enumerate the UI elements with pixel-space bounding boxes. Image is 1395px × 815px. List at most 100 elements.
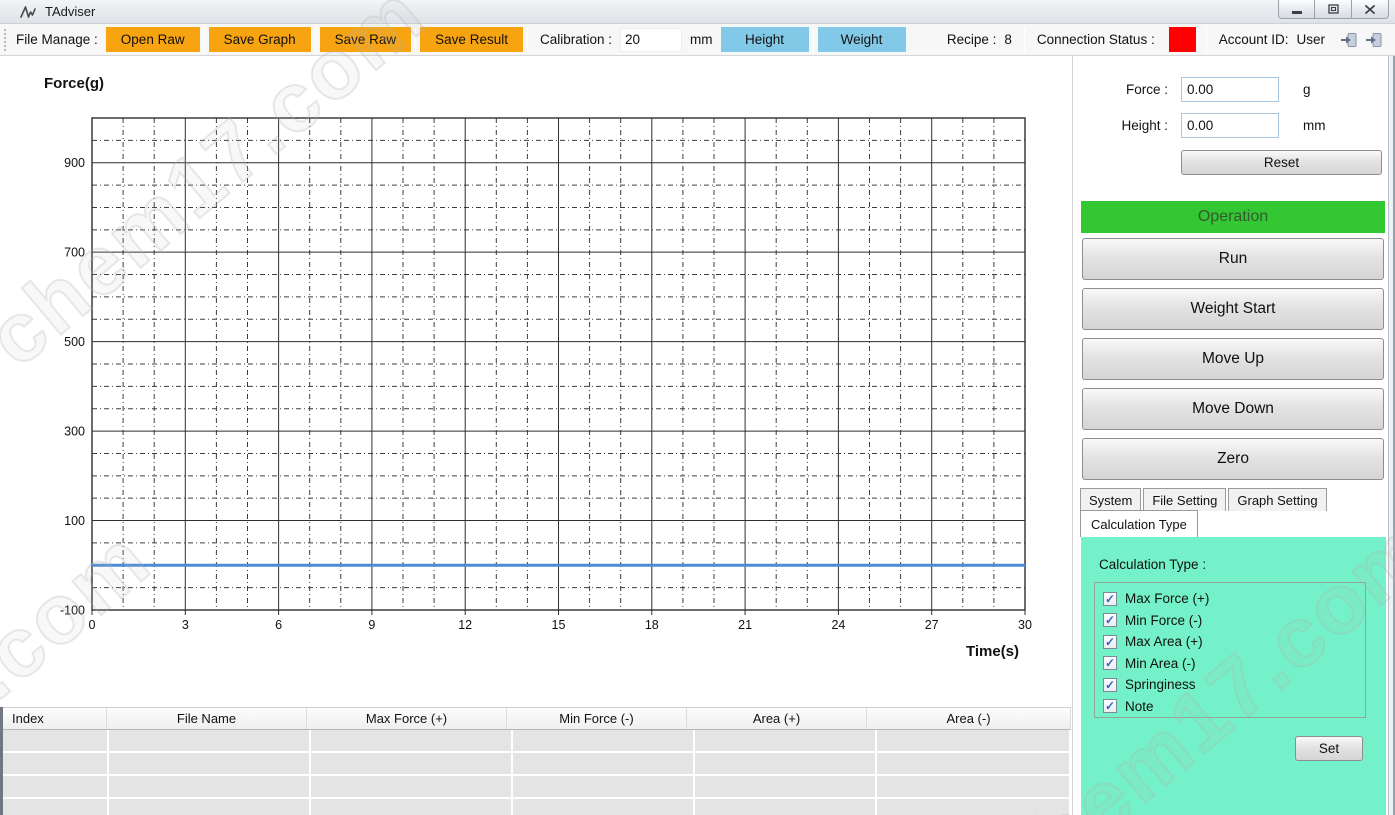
chart-plot-area: 036912151821242730-100100300500700900 — [0, 56, 1072, 707]
table-cell — [695, 730, 875, 751]
calc-option-min-force[interactable]: ✓ Min Force (-) — [1103, 610, 1365, 632]
zero-button[interactable]: Zero — [1082, 438, 1384, 480]
force-unit-label: g — [1303, 82, 1311, 97]
svg-text:15: 15 — [552, 618, 566, 632]
col-header-min-force[interactable]: Min Force (-) — [507, 708, 687, 729]
x-axis-title: Time(s) — [930, 643, 1055, 660]
separator — [204, 28, 205, 52]
col-header-file-name[interactable]: File Name — [107, 708, 307, 729]
table-cell — [513, 776, 693, 797]
save-graph-button[interactable]: Save Graph — [209, 27, 311, 52]
svg-text:24: 24 — [831, 618, 845, 632]
table-cell — [0, 799, 107, 815]
table-cell — [0, 753, 107, 774]
force-time-chart: Force(g) 036912151821242730-100100300500… — [0, 56, 1072, 707]
checkbox-checked-icon[interactable]: ✓ — [1103, 592, 1117, 606]
window-right-border — [1388, 56, 1395, 815]
svg-text:300: 300 — [64, 425, 85, 439]
table-cell — [109, 799, 309, 815]
calc-option-note[interactable]: ✓ Note — [1103, 696, 1365, 718]
results-table: Index File Name Max Force (+) Min Force … — [0, 707, 1071, 815]
calibration-label: Calibration : — [540, 32, 612, 47]
height-readout-input[interactable] — [1181, 113, 1279, 138]
control-panel: Force : g Height : mm Reset Operation Ru… — [1072, 56, 1389, 815]
table-cell — [311, 776, 511, 797]
table-cell — [695, 753, 875, 774]
calibration-input[interactable] — [620, 28, 682, 52]
col-header-area-plus[interactable]: Area (+) — [687, 708, 867, 729]
app-window: TAdviser File Manage : Open Raw Save Gra… — [0, 0, 1395, 815]
force-readout-input[interactable] — [1181, 77, 1279, 102]
calc-option-min-area[interactable]: ✓ Min Area (-) — [1103, 653, 1365, 675]
height-mode-button[interactable]: Height — [721, 27, 809, 52]
col-header-area-minus[interactable]: Area (-) — [867, 708, 1071, 729]
tab-graph-setting[interactable]: Graph Setting — [1228, 488, 1326, 511]
table-cell — [877, 730, 1069, 751]
move-up-button[interactable]: Move Up — [1082, 338, 1384, 380]
table-cell — [109, 776, 309, 797]
weight-start-button[interactable]: Weight Start — [1082, 288, 1384, 330]
open-raw-button[interactable]: Open Raw — [106, 27, 200, 52]
minimize-button[interactable] — [1278, 0, 1315, 19]
tab-file-setting[interactable]: File Setting — [1143, 488, 1226, 511]
checkbox-checked-icon[interactable]: ✓ — [1103, 635, 1117, 649]
table-cell — [695, 799, 875, 815]
calc-option-max-area[interactable]: ✓ Max Area (+) — [1103, 631, 1365, 653]
settings-tab-strip: System File Setting Graph Setting — [1080, 488, 1329, 511]
window-title: TAdviser — [45, 4, 95, 19]
close-button[interactable] — [1352, 0, 1389, 19]
height-readout-label: Height : — [1073, 118, 1168, 133]
checkbox-checked-icon[interactable]: ✓ — [1103, 656, 1117, 670]
weight-mode-button[interactable]: Weight — [818, 27, 906, 52]
maximize-button[interactable] — [1315, 0, 1352, 19]
run-button[interactable]: Run — [1082, 238, 1384, 280]
svg-text:-100: -100 — [60, 604, 85, 618]
svg-text:100: 100 — [64, 514, 85, 528]
move-down-button[interactable]: Move Down — [1082, 388, 1384, 430]
separator — [813, 28, 814, 52]
svg-text:9: 9 — [368, 618, 375, 632]
col-header-max-force[interactable]: Max Force (+) — [307, 708, 507, 729]
table-row — [0, 753, 1071, 774]
checkbox-checked-icon[interactable]: ✓ — [1103, 699, 1117, 713]
calibration-unit-label: mm — [690, 32, 713, 47]
table-row — [0, 776, 1071, 797]
title-bar: TAdviser — [0, 0, 1395, 24]
table-cell — [877, 776, 1069, 797]
checkbox-checked-icon[interactable]: ✓ — [1103, 613, 1117, 627]
window-left-border — [0, 707, 3, 815]
table-cell — [311, 730, 511, 751]
login-icon[interactable] — [1340, 32, 1358, 48]
checkbox-checked-icon[interactable]: ✓ — [1103, 678, 1117, 692]
reset-button[interactable]: Reset — [1181, 150, 1382, 175]
svg-text:21: 21 — [738, 618, 752, 632]
logout-icon[interactable] — [1365, 32, 1383, 48]
svg-text:0: 0 — [89, 618, 96, 632]
col-header-index[interactable]: Index — [0, 708, 107, 729]
account-id-value: User — [1296, 32, 1325, 47]
tab-calculation-type[interactable]: Calculation Type — [1080, 510, 1198, 537]
toolbar-grip[interactable] — [4, 29, 8, 51]
save-raw-button[interactable]: Save Raw — [320, 27, 412, 52]
calc-option-max-force[interactable]: ✓ Max Force (+) — [1103, 588, 1365, 610]
table-cell — [877, 753, 1069, 774]
minimize-icon — [1292, 11, 1302, 14]
connection-status-indicator — [1169, 27, 1196, 52]
set-button[interactable]: Set — [1295, 736, 1363, 761]
separator — [1024, 28, 1025, 52]
svg-text:500: 500 — [64, 335, 85, 349]
save-result-button[interactable]: Save Result — [420, 27, 523, 52]
file-manage-label: File Manage : — [16, 32, 98, 47]
height-unit-label: mm — [1303, 118, 1326, 133]
table-row — [0, 799, 1071, 815]
separator — [315, 28, 316, 52]
calc-option-springiness[interactable]: ✓ Springiness — [1103, 674, 1365, 696]
svg-text:27: 27 — [925, 618, 939, 632]
tab-system[interactable]: System — [1080, 488, 1141, 511]
svg-text:6: 6 — [275, 618, 282, 632]
separator — [415, 28, 416, 52]
table-header-row: Index File Name Max Force (+) Min Force … — [0, 707, 1071, 730]
separator — [1206, 28, 1207, 52]
svg-text:3: 3 — [182, 618, 189, 632]
table-row — [0, 730, 1071, 751]
